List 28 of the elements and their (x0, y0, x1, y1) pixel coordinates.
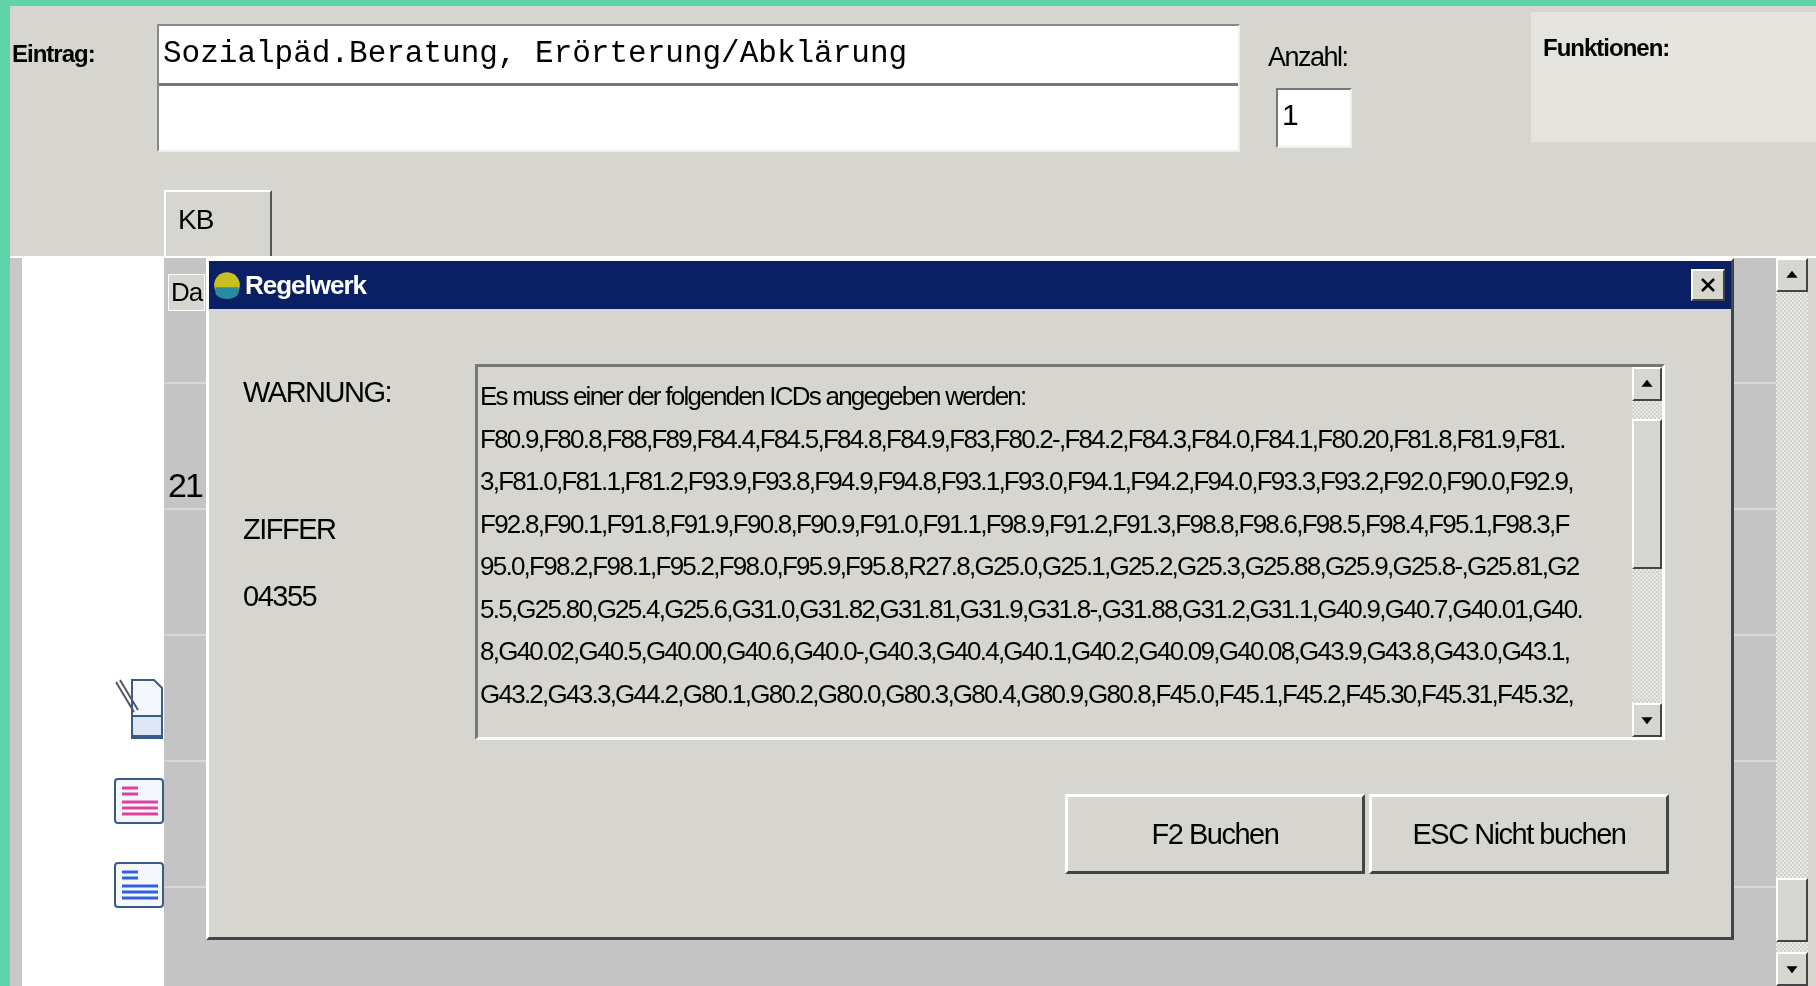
dialog-button[interactable]: F2 Buchen (1065, 794, 1365, 874)
message-line: 3,F81.0,F81.1,F81.2,F93.9,F93.8,F94.9,F94.8,F93.1,F93.0,F94.1,F94.2,F94.0,F93.3,F93.2,F92.0,F90.0,F92.9, (480, 465, 1574, 498)
count-label: Anzahl: (1268, 42, 1349, 74)
message-line: F80.9,F80.8,F88,F89,F84.4,F84.5,F84.8,F84.9,F83,F80.2-,F84.2,F84.3,F84.0,F84.1,F80.20,F81.8,F81.9,F81. (480, 422, 1566, 456)
functions-label: Funktionen: (1543, 34, 1670, 62)
entry-label: Eintrag: (12, 40, 96, 68)
close-button[interactable] (1691, 269, 1725, 301)
dialog-button[interactable]: ESC Nicht buchen (1369, 794, 1669, 874)
count-field[interactable]: 1 (1276, 88, 1352, 148)
number-value: 04355 (243, 580, 318, 613)
table-cell: 21 (168, 466, 202, 505)
message-line: G43.2,G43.3,G44.2,G80.1,G80.2,G80.0,G80.3,G80.4,G80.9,G80.8,F45.0,F45.1,F45.2,F45.30,F45.31,F45.32, (480, 677, 1574, 711)
number-label: ZIFFER (243, 513, 337, 546)
app-logo-icon (213, 271, 241, 299)
dialog-title: Regelwerk (245, 269, 367, 301)
scrollbar[interactable] (1632, 367, 1662, 737)
message-line: Es muss einer der folgenden ICDs angegeben werden: (480, 380, 1027, 413)
scroll-thumb[interactable] (1632, 419, 1662, 569)
scrollbar[interactable] (1776, 258, 1808, 986)
message-line: 95.0,F98.2,F98.1,F95.2,F98.0,F95.9,F95.8,R27.8,G25.0,G25.1,G25.2,G25.3,G25.88,G25.9,G25.8-,G25.81,G2 (480, 550, 1580, 583)
tab[interactable]: KB (164, 190, 272, 256)
message-line: 5.5,G25.80,G25.4,G25.6,G31.0,G31.82,G31.81,G31.9,G31.8-,G31.88,G31.2,G31.1,G40.9,G40.7,G40.01,G40. (480, 592, 1583, 626)
message-line: 8,G40.02,G40.5,G40.00,G40.6,G40.0-,G40.3,G40.4,G40.1,G40.2,G40.09,G40.08,G43.9,G43.8,G43.0,G43.1, (480, 635, 1571, 668)
warning-label: WARNUNG: (243, 376, 393, 409)
entry-field[interactable]: Sozialpäd.Beratung, Erörterung/Abklärung (157, 24, 1240, 152)
message-line: F92.8,F90.1,F91.8,F91.9,F90.8,F90.9,F91.0,F91.1,F98.9,F91.2,F91.3,F98.8,F98.6,F98.5,F98.4,F95.1,F98.3,F (480, 507, 1571, 541)
scroll-thumb[interactable] (1776, 878, 1808, 942)
column-header: Da (168, 274, 206, 311)
